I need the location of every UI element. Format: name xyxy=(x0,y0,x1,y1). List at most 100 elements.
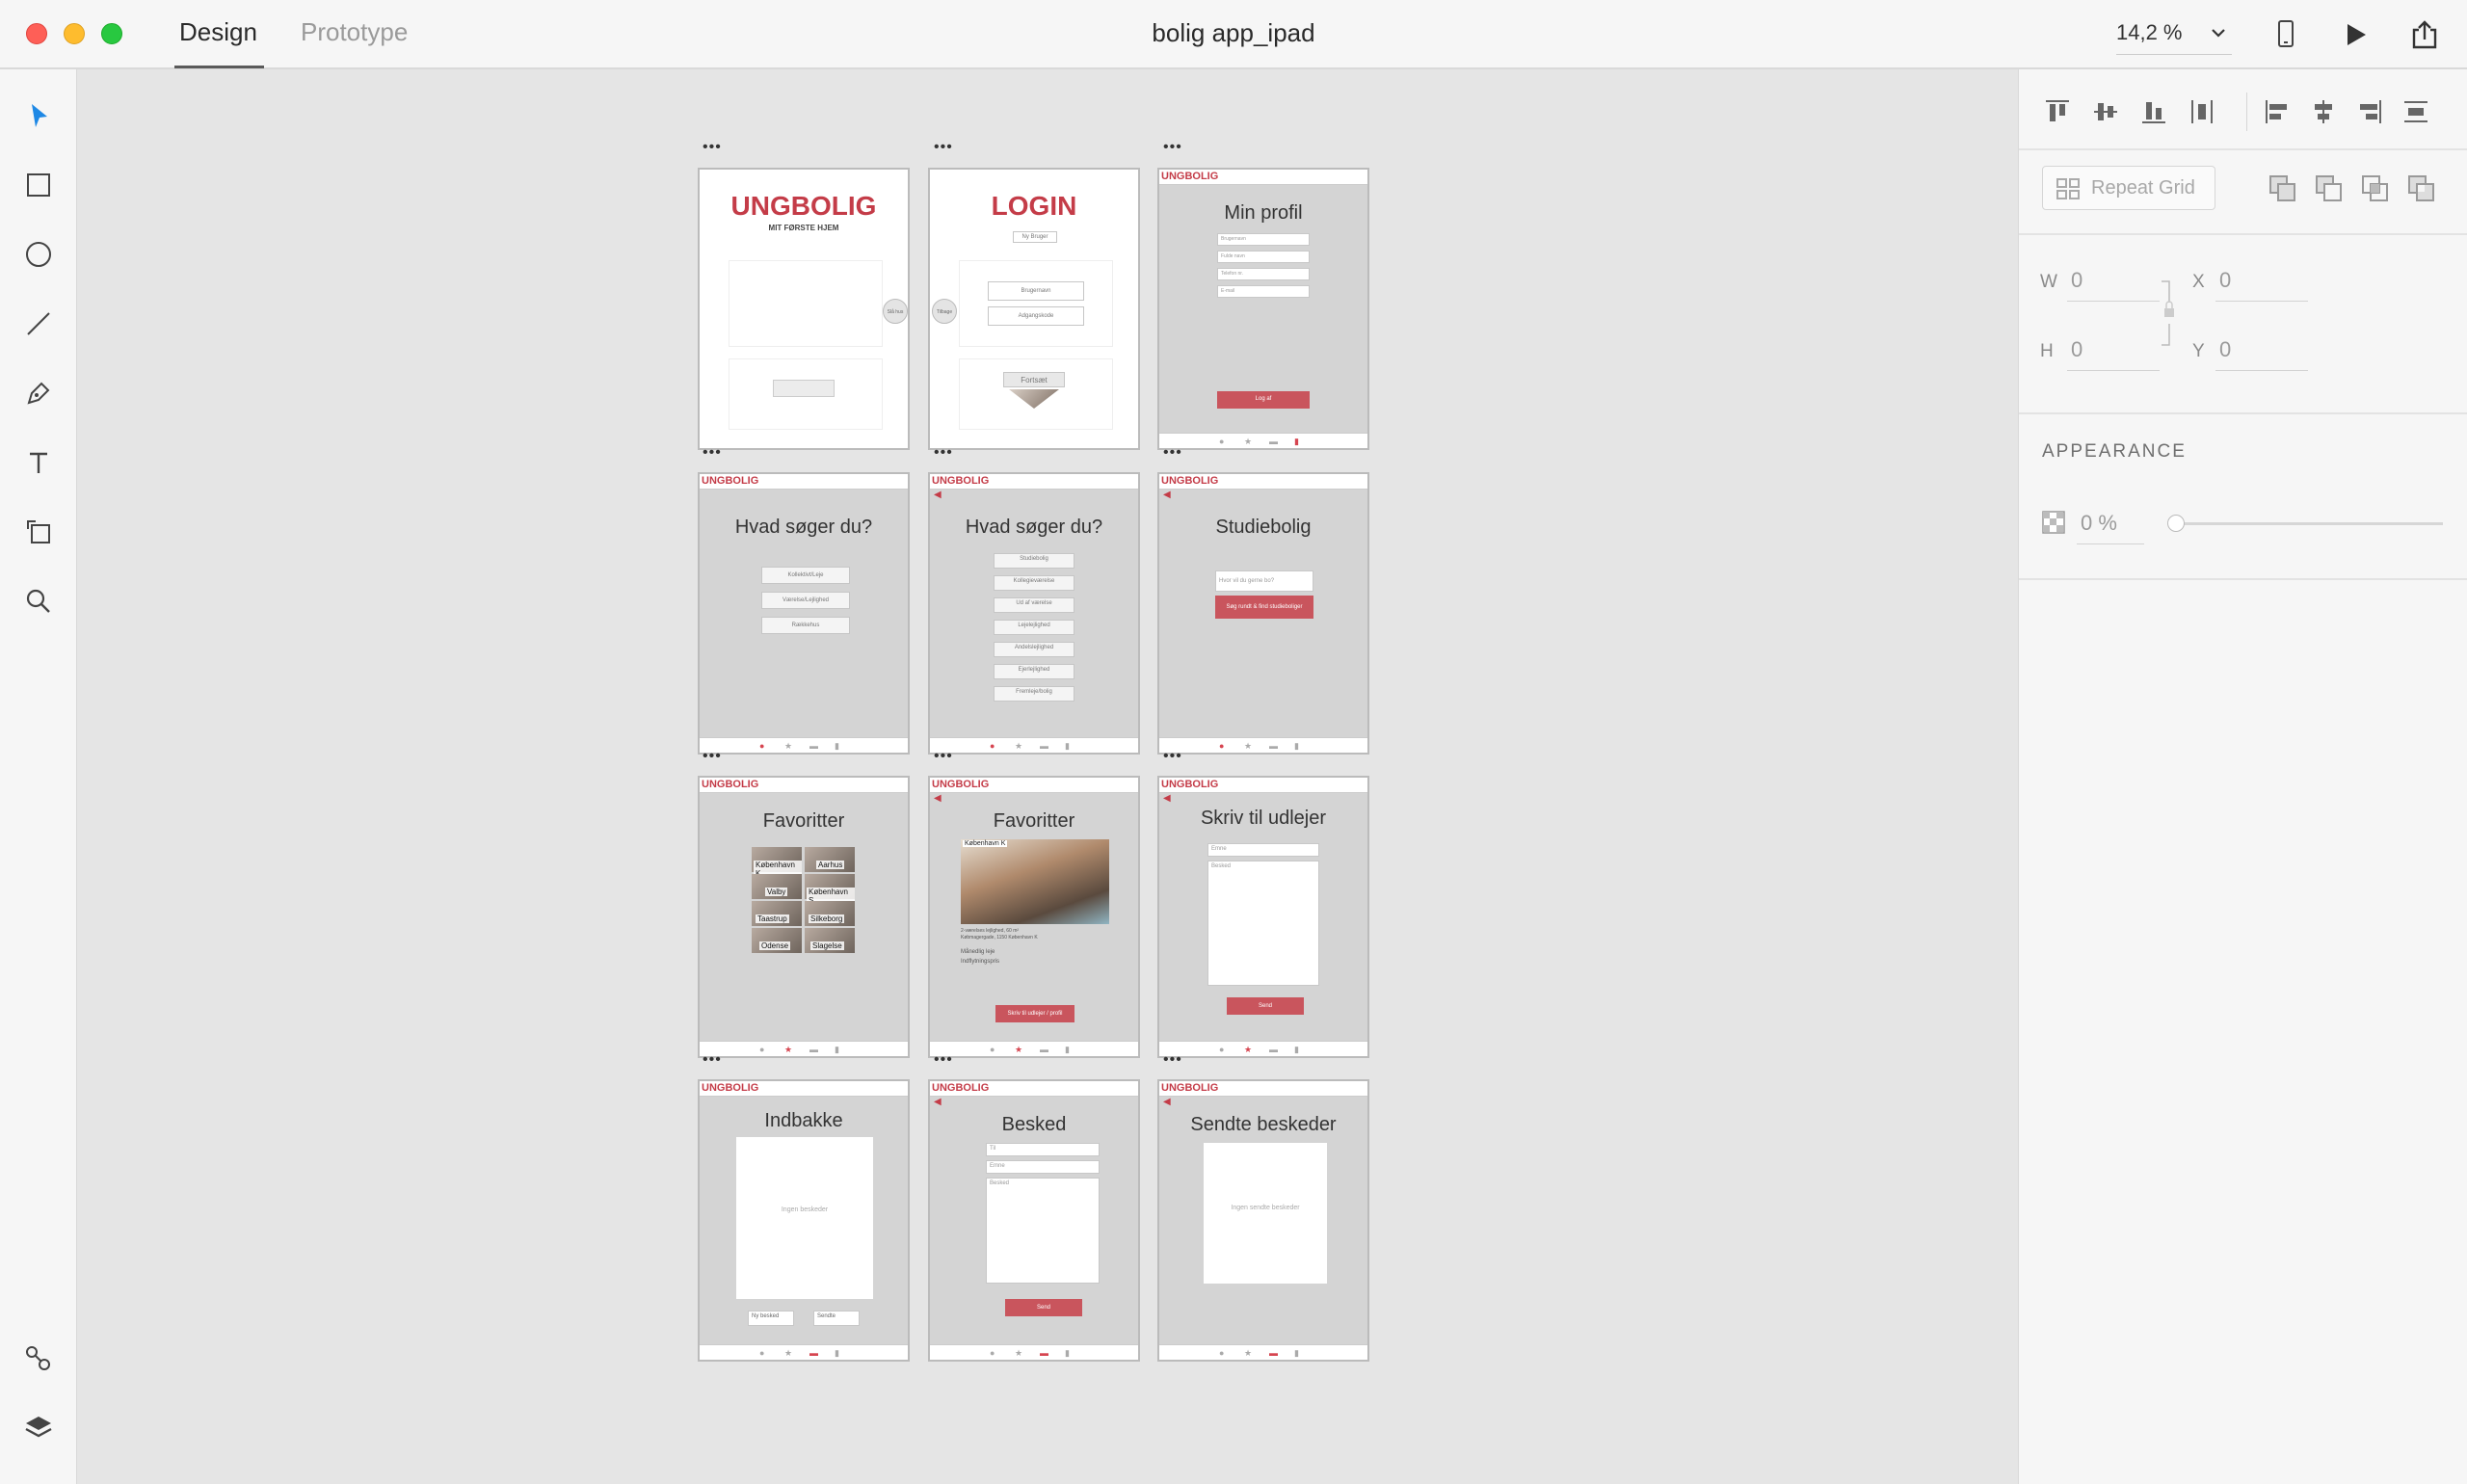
favorite-tile[interactable]: Odense xyxy=(752,928,802,953)
artboard-welcome[interactable]: UNGBOLIG MIT FØRSTE HJEM Slå hus xyxy=(698,168,910,450)
artboard-tool[interactable] xyxy=(19,513,58,551)
ellipse-tool[interactable] xyxy=(19,235,58,274)
option-button[interactable]: Værelse/Lejlighed xyxy=(761,592,850,609)
mail-icon[interactable]: ▬ xyxy=(1040,741,1048,751)
profile-icon[interactable]: ▮ xyxy=(835,741,839,752)
artboard-inbox[interactable]: UNGBOLIG Indbakke Ingen beskeder Ny besk… xyxy=(698,1079,910,1362)
profile-field[interactable]: Telefon nr. xyxy=(1217,268,1310,280)
mail-icon[interactable]: ▬ xyxy=(1040,1348,1048,1358)
distribute-horizontal-icon[interactable] xyxy=(2187,96,2217,127)
x-input[interactable]: 0 xyxy=(2219,268,2231,293)
logout-button[interactable]: Log af xyxy=(1217,391,1310,409)
profile-icon[interactable]: ▮ xyxy=(835,1348,839,1359)
send-button[interactable]: Send xyxy=(1227,997,1304,1015)
favorite-tile[interactable]: Silkeborg xyxy=(805,901,855,926)
favorite-tile[interactable]: Slagelse xyxy=(805,928,855,953)
boolean-subtract-icon[interactable] xyxy=(2314,173,2345,204)
search-icon[interactable]: ● xyxy=(759,741,764,751)
boolean-add-icon[interactable] xyxy=(2268,173,2298,204)
contact-landlord-button[interactable]: Skriv til udlejer / profil xyxy=(995,1005,1074,1022)
select-tool[interactable] xyxy=(19,96,58,135)
layers-button[interactable] xyxy=(19,1409,58,1447)
artboard-menu-icon[interactable]: ••• xyxy=(703,1052,722,1068)
rectangle-tool[interactable] xyxy=(19,166,58,204)
back-arrow-icon[interactable]: ◀ xyxy=(1163,793,1171,804)
profile-icon[interactable]: ▮ xyxy=(1294,1348,1299,1359)
align-right-icon[interactable] xyxy=(2354,96,2385,127)
profile-icon[interactable]: ▮ xyxy=(1294,741,1299,752)
line-tool[interactable] xyxy=(19,305,58,343)
profile-field[interactable]: Brugernavn xyxy=(1217,233,1310,246)
star-icon[interactable]: ★ xyxy=(1015,1045,1022,1055)
artboard-write-landlord[interactable]: UNGBOLIG ◀ Skriv til udlejer Emne Besked… xyxy=(1157,776,1369,1058)
search-icon[interactable]: ● xyxy=(990,741,995,751)
profile-icon[interactable]: ▮ xyxy=(1065,741,1070,752)
boolean-exclude-icon[interactable] xyxy=(2406,173,2437,204)
continue-button[interactable]: Fortsæt xyxy=(1003,372,1065,387)
artboard-sent-messages[interactable]: UNGBOLIG ◀ Sendte beskeder Ingen sendte … xyxy=(1157,1079,1369,1362)
search-icon[interactable]: ● xyxy=(759,1348,764,1358)
artboard-menu-icon[interactable]: ••• xyxy=(1163,140,1182,155)
artboard-new-message[interactable]: UNGBOLIG ◀ Besked Til Emne Besked Send ●… xyxy=(928,1079,1140,1362)
star-icon[interactable]: ★ xyxy=(1244,741,1252,752)
chevron-down-icon[interactable] xyxy=(2209,23,2228,42)
device-preview-icon[interactable] xyxy=(2276,19,2295,48)
subject-field[interactable]: Emne xyxy=(1207,843,1319,857)
pen-tool[interactable] xyxy=(19,374,58,412)
artboard-favorite-detail[interactable]: UNGBOLIG ◀ Favoritter København K 2-være… xyxy=(928,776,1140,1058)
search-icon[interactable]: ● xyxy=(990,1045,995,1054)
zoom-level[interactable]: 14,2 % xyxy=(2116,20,2183,45)
artboard-menu-icon[interactable]: ••• xyxy=(934,445,953,461)
option-button[interactable]: Kollegieværelse xyxy=(994,575,1074,591)
search-icon[interactable]: ● xyxy=(990,1348,995,1358)
play-preview-icon[interactable] xyxy=(2344,21,2369,48)
star-icon[interactable]: ★ xyxy=(784,741,792,752)
design-canvas[interactable]: ••• UNGBOLIG MIT FØRSTE HJEM Slå hus •••… xyxy=(77,69,2018,1484)
search-icon[interactable]: ● xyxy=(1219,1045,1224,1054)
align-top-icon[interactable] xyxy=(2042,96,2073,127)
favorite-tile[interactable]: København K xyxy=(752,847,802,878)
new-message-button[interactable]: Ny besked xyxy=(748,1311,794,1326)
profile-field[interactable]: E-mail xyxy=(1217,285,1310,298)
back-arrow-icon[interactable]: ◀ xyxy=(934,1097,942,1107)
side-button[interactable]: Slå hus xyxy=(883,299,908,324)
profile-icon[interactable]: ▮ xyxy=(1065,1045,1070,1055)
search-icon[interactable]: ● xyxy=(1219,741,1224,751)
mail-icon[interactable]: ▬ xyxy=(809,1045,818,1054)
opacity-slider-track[interactable] xyxy=(2173,522,2443,525)
option-button[interactable]: Ejerlejlighed xyxy=(994,664,1074,679)
width-input[interactable]: 0 xyxy=(2071,268,2082,293)
recipient-field[interactable]: Til xyxy=(986,1143,1100,1156)
star-icon[interactable]: ★ xyxy=(1015,1348,1022,1359)
back-arrow-icon[interactable]: ◀ xyxy=(1163,490,1171,500)
artboard-menu-icon[interactable]: ••• xyxy=(1163,749,1182,764)
back-arrow-icon[interactable]: ◀ xyxy=(1163,1097,1171,1107)
artboard-menu-icon[interactable]: ••• xyxy=(934,749,953,764)
favorite-tile[interactable]: Aarhus xyxy=(805,847,855,872)
artboard-menu-icon[interactable]: ••• xyxy=(703,749,722,764)
mail-icon[interactable]: ▬ xyxy=(1040,1045,1048,1054)
password-field[interactable]: Adgangskode xyxy=(988,306,1084,326)
back-arrow-icon[interactable]: ◀ xyxy=(934,490,942,500)
profile-icon[interactable]: ▮ xyxy=(1065,1348,1070,1359)
star-icon[interactable]: ★ xyxy=(1244,437,1252,447)
mail-icon[interactable]: ▬ xyxy=(809,741,818,751)
option-button[interactable]: Fremleje/bolig xyxy=(994,686,1074,702)
subject-field[interactable]: Emne xyxy=(986,1160,1100,1174)
zoom-tool[interactable] xyxy=(19,582,58,621)
search-icon[interactable]: ● xyxy=(759,1045,764,1054)
profile-icon[interactable]: ▮ xyxy=(835,1045,839,1055)
star-icon[interactable]: ★ xyxy=(1015,741,1022,752)
back-button[interactable]: Tilbage xyxy=(932,299,957,324)
artboard-menu-icon[interactable]: ••• xyxy=(934,140,953,155)
artboard-search-type-2[interactable]: UNGBOLIG ◀ Hvad søger du? Studiebolig Ko… xyxy=(928,472,1140,755)
star-icon[interactable]: ★ xyxy=(1244,1348,1252,1359)
align-left-icon[interactable] xyxy=(2262,96,2293,127)
mail-icon[interactable]: ▬ xyxy=(1269,741,1278,751)
text-tool[interactable] xyxy=(19,443,58,482)
location-search-input[interactable]: Hvor vil du gerne bo? xyxy=(1215,570,1313,592)
repeat-grid-button[interactable]: Repeat Grid xyxy=(2042,166,2215,210)
message-field[interactable]: Besked xyxy=(986,1178,1100,1284)
boolean-intersect-icon[interactable] xyxy=(2360,173,2391,204)
mail-icon[interactable]: ▬ xyxy=(1269,1045,1278,1054)
